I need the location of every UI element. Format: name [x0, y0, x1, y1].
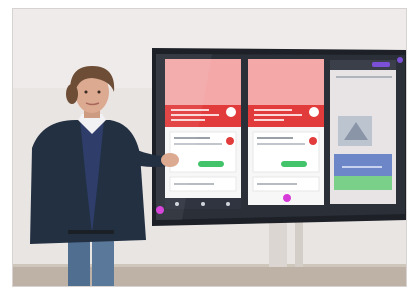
- fab-icon: [283, 194, 291, 202]
- person-eye: [97, 90, 101, 94]
- person-eye: [84, 90, 88, 94]
- app-panel-middle-row-line: [257, 183, 297, 185]
- app-panel-left-red-dot: [226, 137, 234, 145]
- person-hand: [161, 153, 179, 167]
- app-panel-middle-card-line: [257, 143, 305, 145]
- app-panel-right: [330, 60, 396, 204]
- app-panel-middle-banner-line: [254, 114, 302, 116]
- app-panel-left-toggle: [198, 161, 224, 167]
- person-hair-side: [66, 84, 78, 104]
- app-panel-middle: [248, 59, 324, 205]
- app-panel-middle-card-line: [257, 137, 293, 139]
- blue-panel-line: [342, 166, 382, 168]
- photo-frame: [12, 8, 407, 287]
- app-panel-middle-red-dot: [309, 137, 317, 145]
- person-belt: [68, 230, 114, 234]
- photo-scene: [0, 0, 415, 295]
- app-panel-middle-toggle: [281, 161, 307, 167]
- screen-corner-icon: [397, 57, 403, 63]
- app-panel-middle-header: [248, 59, 324, 105]
- app-panel-middle-badge: [309, 107, 319, 117]
- app-panel-right-line: [336, 76, 392, 78]
- app-panel-left-badge: [226, 107, 236, 117]
- blue-panel-green-strip: [334, 176, 392, 190]
- nav-home-icon: [201, 202, 205, 206]
- app-panel-middle-banner-line: [254, 119, 284, 121]
- screen-stand: [269, 218, 287, 267]
- nav-recent-icon: [226, 202, 230, 206]
- app-panel-right-chip: [372, 62, 390, 67]
- screen-stand-back: [295, 218, 303, 267]
- app-panel-middle-banner-line: [254, 109, 292, 111]
- photo: [12, 8, 407, 287]
